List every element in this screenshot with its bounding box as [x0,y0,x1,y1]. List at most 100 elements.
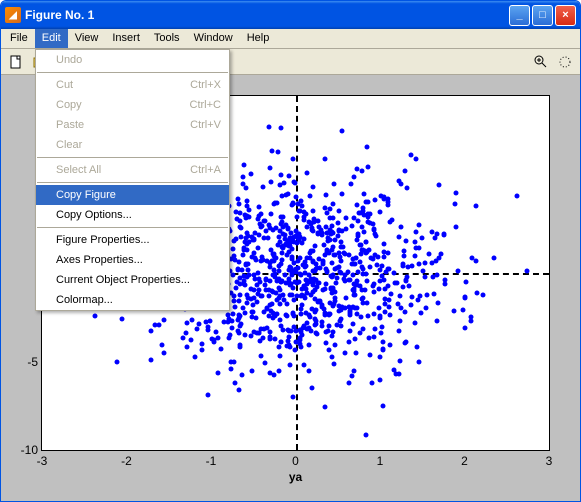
scatter-point [435,272,440,277]
scatter-point [237,314,242,319]
menu-item-axes-properties[interactable]: Axes Properties... [36,250,229,270]
scatter-point [320,319,325,324]
menu-help[interactable]: Help [240,29,277,48]
scatter-point [266,235,271,240]
new-figure-button[interactable] [5,51,27,73]
scatter-point [328,206,333,211]
scatter-point [306,278,311,283]
menu-edit[interactable]: Edit [35,29,68,48]
rotate-button[interactable] [554,51,576,73]
scatter-point [323,192,328,197]
zoom-in-button[interactable] [530,51,552,73]
scatter-point [366,314,371,319]
scatter-point [343,351,348,356]
menu-item-figure-properties[interactable]: Figure Properties... [36,230,229,250]
scatter-point [462,325,467,330]
scatter-point [278,323,283,328]
scatter-point [233,304,238,309]
scatter-point [297,336,302,341]
scatter-point [332,342,337,347]
scatter-point [351,273,356,278]
scatter-point [314,330,319,335]
menu-tools[interactable]: Tools [147,29,187,48]
scatter-point [360,296,365,301]
scatter-point [335,233,340,238]
scatter-point [334,280,339,285]
scatter-point [362,288,367,293]
scatter-point [359,314,364,319]
scatter-point [261,257,266,262]
scatter-point [280,245,285,250]
scatter-point [376,287,381,292]
menubar: File Edit View Insert Tools Window Help [1,29,580,49]
scatter-point [227,317,232,322]
scatter-point [264,277,269,282]
scatter-point [280,257,285,262]
scatter-point [323,405,328,410]
scatter-point [231,273,236,278]
scatter-point [249,314,254,319]
scatter-point [269,148,274,153]
menu-file[interactable]: File [3,29,35,48]
scatter-point [245,198,250,203]
menu-view[interactable]: View [68,29,106,48]
menu-item-copy-figure[interactable]: Copy Figure [36,185,229,205]
maximize-button[interactable]: □ [532,5,553,26]
menu-insert[interactable]: Insert [105,29,147,48]
scatter-point [284,253,289,258]
scatter-point [347,252,352,257]
scatter-point [349,181,354,186]
scatter-point [162,317,167,322]
scatter-point [358,242,363,247]
scatter-point [249,254,254,259]
scatter-point [323,340,328,345]
scatter-point [291,235,296,240]
scatter-point [316,219,321,224]
scatter-point [415,344,420,349]
x-tick: 0 [292,454,299,468]
scatter-point [397,235,402,240]
scatter-point [195,327,200,332]
scatter-point [327,347,332,352]
scatter-point [267,125,272,130]
scatter-point [328,285,333,290]
scatter-point [398,358,403,363]
close-button[interactable]: × [555,5,576,26]
minimize-button[interactable]: _ [509,5,530,26]
menu-item-copy-options[interactable]: Copy Options... [36,205,229,225]
scatter-point [425,293,430,298]
scatter-point [276,345,281,350]
scatter-point [241,163,246,168]
scatter-point [244,204,249,209]
scatter-point [302,217,307,222]
scatter-point [357,330,362,335]
scatter-point [409,295,414,300]
scatter-point [419,311,424,316]
menu-window[interactable]: Window [187,29,240,48]
scatter-point [184,330,189,335]
menu-item-current-object-properties[interactable]: Current Object Properties... [36,270,229,290]
scatter-point [288,293,293,298]
scatter-point [306,272,311,277]
scatter-point [340,305,345,310]
scatter-point [318,266,323,271]
scatter-point [377,355,382,360]
scatter-point [347,340,352,345]
scatter-point [392,270,397,275]
scatter-point [302,264,307,269]
scatter-point [250,302,255,307]
scatter-point [292,313,297,318]
scatter-point [243,283,248,288]
scatter-point [427,252,432,257]
x-tick: -1 [206,454,217,468]
menu-item-colormap[interactable]: Colormap... [36,290,229,310]
scatter-point [286,280,291,285]
scatter-point [259,353,264,358]
scatter-point [321,306,326,311]
scatter-point [322,287,327,292]
scatter-point [334,322,339,327]
scatter-point [357,211,362,216]
scatter-point [355,312,360,317]
scatter-point [348,328,353,333]
scatter-point [435,318,440,323]
